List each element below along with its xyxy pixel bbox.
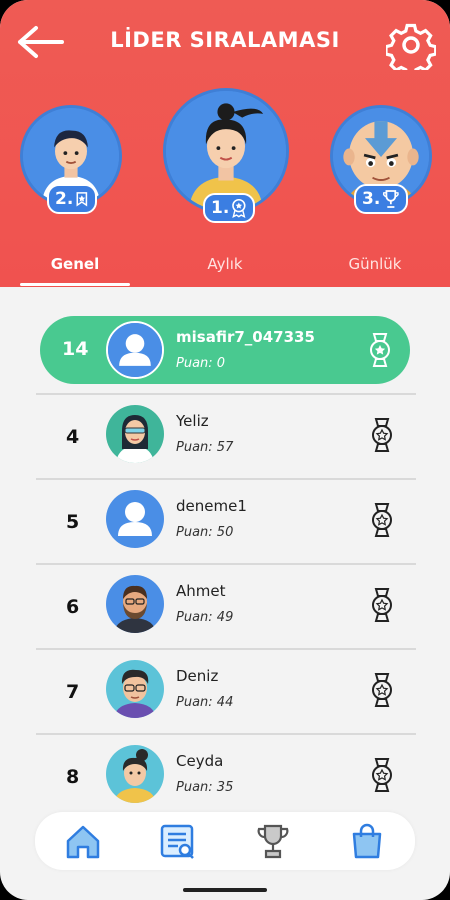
list-item[interactable]: 4 Yeliz Puan: 57: [36, 393, 416, 478]
home-indicator[interactable]: [183, 888, 267, 892]
page-title: LİDER SIRALAMASI: [110, 28, 340, 52]
second-place-badge: 2.: [47, 184, 97, 214]
list-item[interactable]: 8 Ceyda Puan: 35: [36, 733, 416, 818]
user-score: Puan: 50: [176, 525, 234, 540]
active-tab-indicator: [20, 283, 130, 286]
rank-label: 3.: [362, 189, 381, 209]
user-score: Puan: 57: [176, 440, 234, 455]
tab-aylik[interactable]: Aylık: [170, 255, 280, 273]
medal-icon: [372, 758, 392, 792]
default-user-avatar: [106, 490, 164, 548]
bearded-man-avatar: [106, 575, 164, 633]
medal-icon: [372, 588, 392, 622]
user-name: Deniz: [176, 667, 219, 685]
tab-genel[interactable]: Genel: [20, 255, 130, 273]
user-name: misafir7_047335: [176, 328, 315, 346]
user-score: Puan: 49: [176, 610, 234, 625]
user-score: Puan: 35: [176, 780, 234, 795]
gear-icon[interactable]: [386, 20, 436, 70]
bottom-nav: [35, 812, 415, 870]
header: LİDER SIRALAMASI 2. 1. 3. Genel Aylık Gü…: [0, 0, 450, 287]
medal-icon: [370, 333, 390, 367]
list-item[interactable]: 5 deneme1 Puan: 50: [36, 478, 416, 563]
user-score: Puan: 44: [176, 695, 234, 710]
medal-icon: [372, 418, 392, 452]
medal-badge-icon: [232, 198, 246, 218]
rank-number: 4: [66, 426, 80, 448]
rank-number: 8: [66, 766, 80, 788]
ribbon-star-icon: [76, 192, 88, 207]
shopping-bag-icon[interactable]: [347, 821, 387, 861]
user-name: deneme1: [176, 497, 247, 515]
list-item[interactable]: 6 Ahmet Puan: 49: [36, 563, 416, 648]
third-place-badge: 3.: [354, 184, 408, 214]
user-name: Ahmet: [176, 582, 226, 600]
user-name: Yeliz: [176, 412, 209, 430]
trophy-icon[interactable]: [253, 821, 293, 861]
period-tabs: Genel Aylık Günlük: [0, 255, 450, 287]
medal-icon: [372, 503, 392, 537]
rank-number: 14: [62, 338, 89, 360]
current-user-row[interactable]: 14 misafir7_047335 Puan: 0: [40, 316, 410, 384]
quiz-list-icon[interactable]: [157, 821, 197, 861]
woman-bun-avatar: [106, 745, 164, 803]
woman-glasses-avatar: [106, 405, 164, 463]
medal-icon: [372, 673, 392, 707]
man-glasses-avatar: [106, 660, 164, 718]
rank-number: 7: [66, 681, 80, 703]
home-icon[interactable]: [63, 821, 103, 861]
leaderboard-screen: LİDER SIRALAMASI 2. 1. 3. Genel Aylık Gü…: [0, 0, 450, 900]
list-item[interactable]: 7 Deniz Puan: 44: [36, 648, 416, 733]
rank-label: 2.: [55, 189, 74, 209]
default-user-avatar: [106, 321, 164, 379]
first-place-badge: 1.: [203, 193, 255, 223]
rank-number: 5: [66, 511, 80, 533]
user-name: Ceyda: [176, 752, 224, 770]
trophy-icon: [383, 190, 400, 208]
user-score: Puan: 0: [176, 356, 226, 371]
rank-label: 1.: [211, 198, 230, 218]
tab-gunluk[interactable]: Günlük: [320, 255, 430, 273]
rank-number: 6: [66, 596, 80, 618]
